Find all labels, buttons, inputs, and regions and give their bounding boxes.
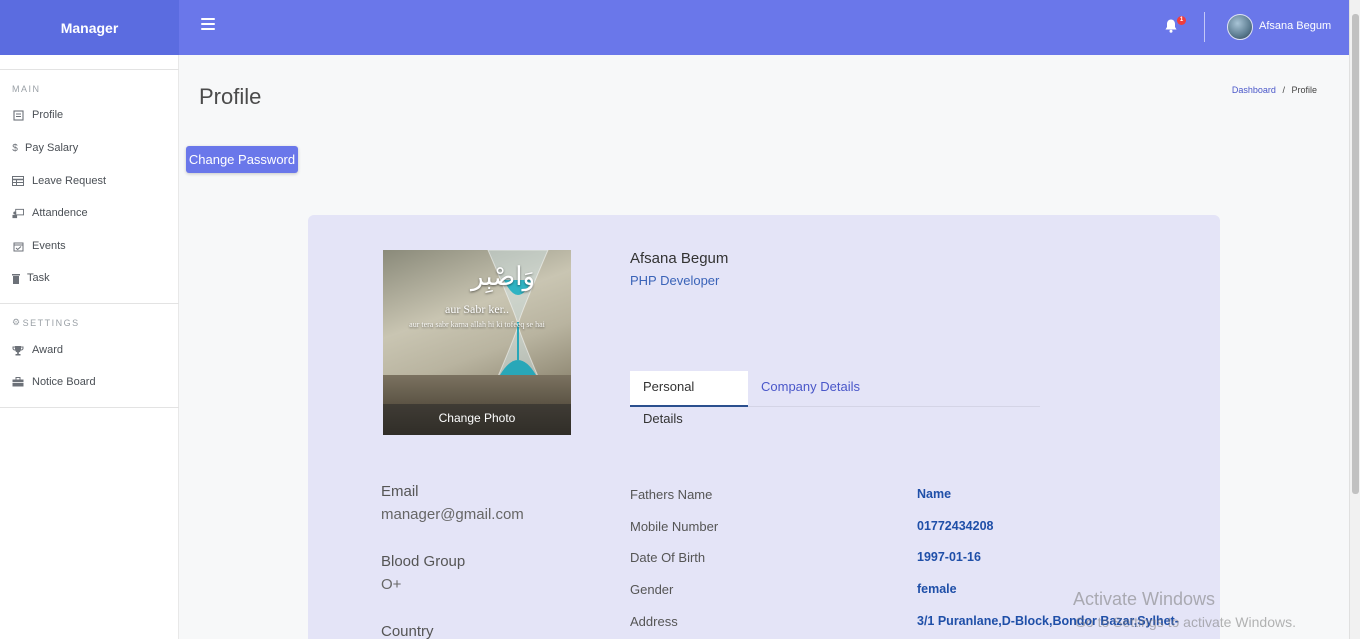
tab-personal-details[interactable]: Personal Details [630, 371, 748, 426]
watermark-title: Activate Windows [1073, 589, 1216, 609]
table-icon [12, 175, 24, 187]
country-field: Country [381, 623, 434, 639]
arabic-calligraphy: وَاصْبِر [470, 262, 536, 292]
email-field: Email manager@gmail.com [381, 483, 524, 523]
breadcrumb: Dashboard / Profile [1232, 85, 1317, 95]
tab-company-details[interactable]: Company Details [748, 371, 873, 407]
page-scrollbar[interactable] [1349, 0, 1360, 639]
detail-key: Address [630, 614, 678, 629]
profile-name: Afsana Begum [630, 250, 729, 267]
trophy-icon [12, 344, 24, 356]
briefcase-icon [12, 376, 24, 388]
change-photo-button[interactable]: Change Photo [383, 404, 571, 435]
blood-group-value: O+ [381, 576, 402, 593]
sidebar-heading-settings: ⚙ SETTINGS [12, 317, 80, 328]
email-value: manager@gmail.com [381, 506, 524, 523]
detail-value: 1997-01-16 [917, 550, 981, 564]
sidebar-item-label: Pay Salary [25, 142, 79, 154]
sidebar-item-pay-salary[interactable]: $ Pay Salary [12, 142, 78, 154]
sidebar-item-label: Profile [32, 109, 64, 121]
sidebar-divider [0, 69, 179, 70]
brand-logo[interactable]: Manager [0, 0, 179, 55]
breadcrumb-current: Profile [1291, 85, 1317, 95]
detail-value: 01772434208 [917, 519, 994, 533]
photo-caption-line2: aur tera sabr karna allah hi ki tofeeq s… [409, 320, 545, 329]
calendar-check-icon [12, 240, 24, 252]
detail-key: Date Of Birth [630, 550, 706, 565]
profile-tabs: Personal Details Company Details [630, 371, 1040, 426]
sidebar-item-label: Events [32, 240, 66, 252]
sidebar-divider [0, 407, 179, 408]
gear-icon: ⚙ [12, 317, 22, 327]
profile-photo: وَاصْبِر aur Sabr ker.. aur tera sabr ka… [383, 250, 571, 435]
sidebar-item-label: Task [27, 272, 50, 284]
sidebar-item-label: Award [32, 344, 63, 356]
watermark-subtitle: Go to Settings to activate Windows. [1075, 614, 1296, 630]
sidebar-item-notice-board[interactable]: Notice Board [12, 376, 96, 388]
profile-icon [12, 109, 24, 121]
activate-windows-watermark: Activate Windows Go to Settings to activ… [1073, 589, 1296, 630]
user-avatar[interactable] [1227, 14, 1253, 40]
menu-toggle-icon[interactable] [201, 18, 215, 32]
sidebar-item-events[interactable]: Events [12, 240, 66, 252]
dollar-icon: $ [12, 142, 18, 154]
blood-group-label: Blood Group [381, 553, 466, 570]
sidebar: MAIN Profile $ Pay Salary Leave Request … [0, 55, 179, 639]
breadcrumb-dashboard-link[interactable]: Dashboard [1232, 85, 1276, 95]
sidebar-item-award[interactable]: Award [12, 344, 63, 356]
sidebar-divider [0, 303, 179, 304]
change-password-button[interactable]: Change Password [186, 146, 298, 173]
scrollbar-thumb[interactable] [1352, 14, 1359, 494]
breadcrumb-separator: / [1282, 85, 1285, 95]
country-label: Country [381, 623, 434, 639]
sidebar-item-task[interactable]: Task [12, 272, 50, 284]
detail-value: Name [917, 487, 952, 501]
sidebar-heading-main: MAIN [12, 84, 41, 94]
blood-group-field: Blood Group O+ [381, 553, 465, 593]
sidebar-item-label: Attandence [32, 207, 88, 219]
topbar-divider [1204, 12, 1205, 42]
sidebar-item-label: Leave Request [32, 175, 106, 187]
sidebar-item-profile[interactable]: Profile [12, 109, 63, 121]
sidebar-item-leave-request[interactable]: Leave Request [12, 175, 106, 187]
detail-key: Mobile Number [630, 519, 719, 534]
detail-key: Fathers Name [630, 487, 713, 502]
profile-role: PHP Developer [630, 273, 720, 288]
email-label: Email [381, 483, 419, 500]
trash-icon [12, 272, 20, 284]
attendance-icon [12, 207, 24, 219]
sidebar-item-attendance[interactable]: Attandence [12, 207, 88, 219]
sidebar-item-label: Notice Board [32, 376, 96, 388]
notification-badge: 1 [1177, 16, 1186, 25]
detail-key: Gender [630, 582, 674, 597]
top-navbar: 1 Afsana Begum [179, 0, 1349, 55]
photo-caption-line1: aur Sabr ker.. [445, 302, 509, 316]
page-title: Profile [199, 84, 262, 109]
detail-value: female [917, 582, 957, 596]
profile-card: وَاصْبِر aur Sabr ker.. aur tera sabr ka… [308, 215, 1220, 639]
user-menu-name[interactable]: Afsana Begum [1259, 20, 1331, 32]
